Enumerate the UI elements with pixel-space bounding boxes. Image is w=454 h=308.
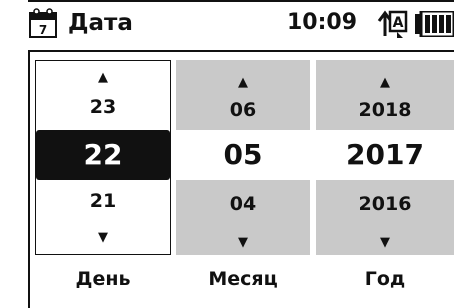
day-next-value[interactable]: 21 xyxy=(36,189,170,213)
year-down-arrow-icon[interactable]: ▼ xyxy=(316,236,454,250)
month-next-value[interactable]: 04 xyxy=(176,192,310,216)
day-down-arrow-icon[interactable]: ▼ xyxy=(36,231,170,245)
page-title: Дата xyxy=(68,10,133,36)
day-picker-column[interactable]: ▲ 23 22 21 ▼ xyxy=(35,60,171,255)
month-previous-value[interactable]: 06 xyxy=(176,98,310,122)
battery-icon xyxy=(415,11,454,37)
clock-time: 10:09 xyxy=(287,10,358,35)
calendar-icon-day: 7 xyxy=(39,23,47,37)
day-previous-value[interactable]: 23 xyxy=(36,95,170,119)
year-selected-value[interactable]: 2017 xyxy=(316,130,454,180)
month-picker-column[interactable]: ▲ 06 05 04 ▼ xyxy=(176,60,310,255)
month-selected-value[interactable]: 05 xyxy=(176,130,310,180)
input-mode-icon: A xyxy=(377,10,408,38)
frame-top-border xyxy=(28,0,454,2)
year-previous-value[interactable]: 2018 xyxy=(316,98,454,122)
header-divider xyxy=(28,50,454,52)
month-column-label: Месяц xyxy=(208,268,278,290)
year-next-value[interactable]: 2016 xyxy=(316,192,454,216)
day-column-label: День xyxy=(75,268,131,290)
date-picker-screen: 7 Дата 10:09 A ▲ 23 22 21 ▼ ▲ 06 05 04 ▼… xyxy=(0,0,454,308)
month-down-arrow-icon[interactable]: ▼ xyxy=(176,236,310,250)
day-up-arrow-icon[interactable]: ▲ xyxy=(36,71,170,85)
calendar-icon: 7 xyxy=(29,8,57,38)
year-picker-column[interactable]: ▲ 2018 2017 2016 ▼ xyxy=(316,60,454,255)
month-up-arrow-icon[interactable]: ▲ xyxy=(176,76,310,90)
status-header: 7 Дата 10:09 A xyxy=(0,0,454,50)
frame-left-border xyxy=(28,50,30,308)
input-mode-letter: A xyxy=(393,15,404,31)
year-up-arrow-icon[interactable]: ▲ xyxy=(316,76,454,90)
year-column-label: Год xyxy=(364,268,406,290)
day-selected-value[interactable]: 22 xyxy=(36,130,170,180)
